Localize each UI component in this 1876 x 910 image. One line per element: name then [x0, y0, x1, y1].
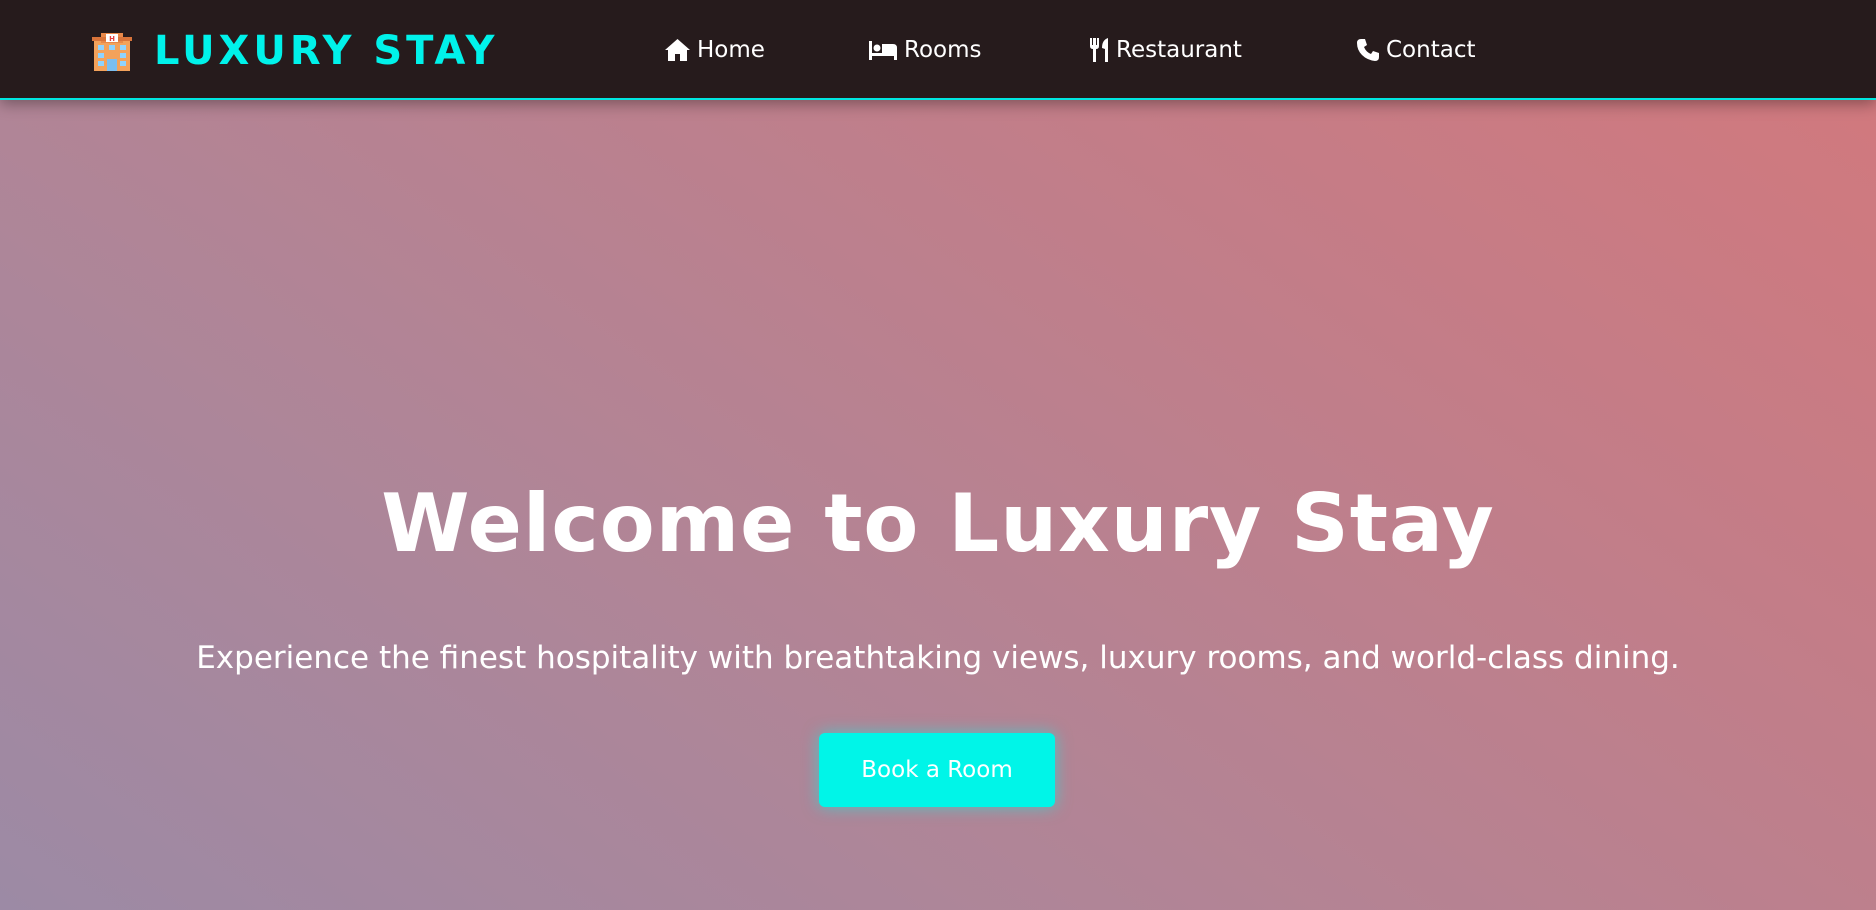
nav-label-contact: Contact: [1386, 37, 1476, 63]
utensils-icon: [1090, 38, 1108, 62]
nav-label-home: Home: [697, 37, 765, 63]
bed-icon: [869, 41, 897, 60]
navbar: H LUXURY STAY Home Rooms Restaurant Cont…: [0, 0, 1876, 100]
nav-link-restaurant[interactable]: Restaurant: [1088, 32, 1242, 68]
brand-name: LUXURY STAY: [154, 28, 499, 74]
nav-link-rooms[interactable]: Rooms: [868, 32, 981, 68]
nav-label-rooms: Rooms: [904, 37, 982, 63]
brand-logo[interactable]: H LUXURY STAY: [90, 26, 498, 76]
hero-title: Welcome to Luxury Stay: [381, 477, 1495, 570]
home-icon: [665, 39, 690, 61]
nav-label-restaurant: Restaurant: [1116, 37, 1242, 63]
nav-link-contact[interactable]: Contact: [1356, 32, 1475, 68]
svg-text:H: H: [109, 35, 115, 43]
phone-icon: [1357, 39, 1379, 61]
nav-link-home[interactable]: Home: [664, 32, 765, 68]
book-room-button[interactable]: Book a Room: [819, 733, 1055, 807]
hero-subtitle: Experience the finest hospitality with b…: [196, 640, 1680, 676]
hotel-icon: H: [92, 33, 132, 71]
